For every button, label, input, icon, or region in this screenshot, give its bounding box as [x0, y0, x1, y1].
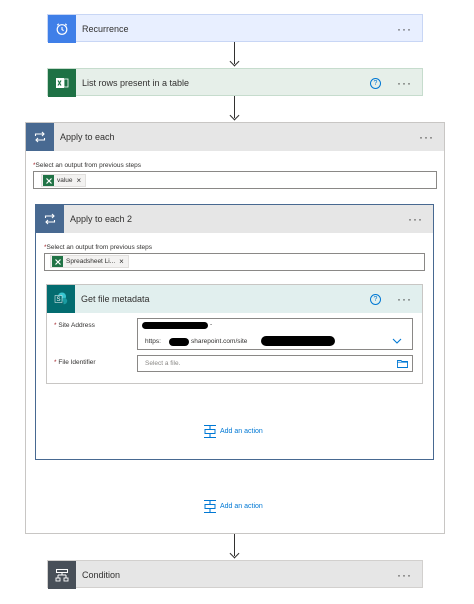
file-identifier-field[interactable]: Select a file.	[137, 355, 413, 372]
site-url-domain: sharepoint.com/site	[191, 338, 248, 345]
add-action-icon	[204, 499, 216, 514]
site-name-suffix: -	[210, 321, 213, 328]
file-identifier-label: * File Identifier	[54, 359, 96, 366]
folder-icon[interactable]	[397, 359, 408, 368]
arrow-down-icon	[229, 110, 240, 121]
file-identifier-label-text: File Identifier	[58, 359, 96, 366]
add-action-button[interactable]: Add an action	[203, 499, 263, 514]
list-rows-more-button[interactable]: ···	[397, 76, 412, 90]
spreadsheet-token-label: Spreadsheet Li...	[66, 258, 116, 265]
condition-more-button[interactable]: ···	[397, 568, 412, 582]
help-icon[interactable]: ?	[370, 77, 381, 89]
add-action-icon	[204, 424, 216, 439]
loop-icon	[26, 123, 54, 151]
file-identifier-placeholder: Select a file.	[145, 360, 181, 367]
add-action-label: Add an action	[220, 428, 263, 435]
svg-text:S: S	[56, 297, 60, 303]
value-token[interactable]: value ×	[41, 174, 87, 187]
recurrence-card[interactable]: Recurrence ···	[47, 14, 423, 43]
get-file-metadata-more-button[interactable]: ···	[397, 292, 412, 306]
condition-icon	[48, 561, 76, 589]
value-token-label: value	[57, 177, 73, 184]
recurrence-more-button[interactable]: ···	[397, 22, 412, 36]
required-mark: *	[54, 359, 57, 366]
list-rows-title: List rows present in a table	[82, 78, 190, 88]
loop-icon	[36, 205, 64, 233]
required-mark: *	[54, 322, 57, 329]
site-address-dropdown[interactable]: - https: sharepoint.com/site	[137, 318, 413, 350]
add-action-label: Add an action	[220, 503, 263, 510]
redacted-tenant	[169, 338, 189, 346]
apply-to-each-more-button[interactable]: ···	[419, 130, 434, 144]
select-output-label: *Select an output from previous steps	[44, 244, 152, 251]
redacted-site-path	[261, 336, 335, 346]
add-action-button[interactable]: Add an action	[203, 424, 263, 439]
site-url-prefix: https:	[145, 338, 161, 345]
select-output-label: *Select an output from previous steps	[33, 162, 141, 169]
spreadsheet-token[interactable]: Spreadsheet Li... ×	[50, 255, 129, 268]
list-rows-card[interactable]: List rows present in a table ? ···	[47, 68, 423, 97]
condition-card[interactable]: Condition ···	[47, 560, 423, 589]
apply-to-each-2-more-button[interactable]: ···	[408, 212, 423, 226]
alarm-clock-icon	[48, 15, 76, 43]
arrow-down-icon	[229, 56, 240, 67]
recurrence-title: Recurrence	[82, 24, 129, 34]
site-address-label: * Site Address	[54, 322, 95, 329]
sharepoint-icon: S	[47, 285, 75, 313]
redacted-site-name	[142, 322, 208, 329]
help-icon[interactable]: ?	[370, 293, 381, 305]
select-output-label-text: Select an output from previous steps	[35, 162, 142, 169]
get-file-metadata-title: Get file metadata	[81, 294, 150, 304]
arrow-down-icon	[229, 548, 240, 559]
remove-token-icon[interactable]: ×	[77, 176, 82, 185]
chevron-down-icon[interactable]	[392, 338, 402, 344]
remove-token-icon[interactable]: ×	[119, 257, 124, 266]
excel-icon	[43, 175, 54, 186]
excel-icon	[52, 256, 63, 267]
apply-each-output-field[interactable]	[33, 171, 437, 189]
apply-to-each-title: Apply to each	[60, 132, 115, 142]
condition-title: Condition	[82, 570, 121, 580]
apply-to-each-2-title: Apply to each 2	[70, 214, 133, 224]
select-output-label-text: Select an output from previous steps	[46, 244, 153, 251]
site-address-label-text: Site Address	[58, 322, 95, 329]
excel-icon	[48, 69, 76, 97]
